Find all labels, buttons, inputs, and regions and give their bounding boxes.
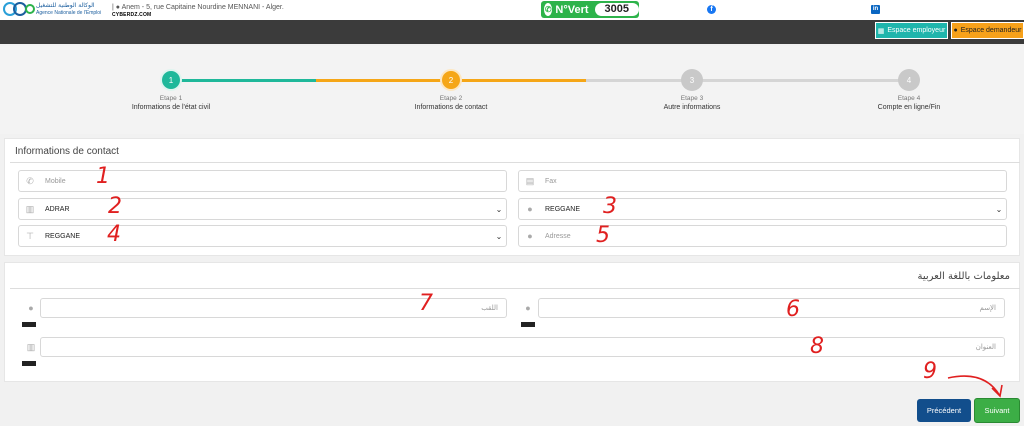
annotation-arrow [947, 375, 1003, 398]
